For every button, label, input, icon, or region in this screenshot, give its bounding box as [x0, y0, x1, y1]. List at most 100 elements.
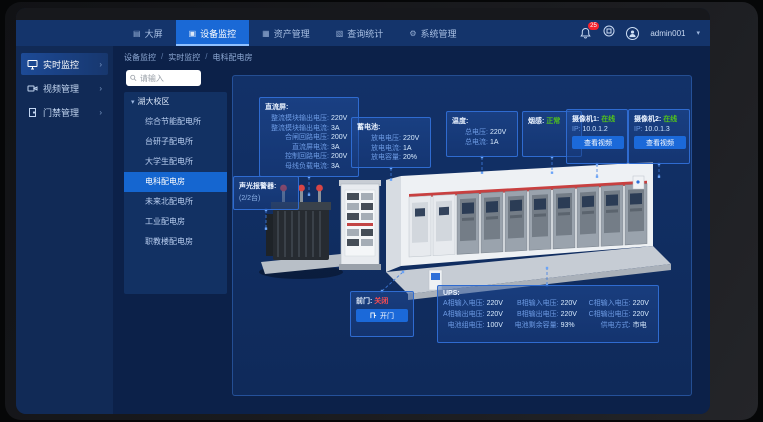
metric-label: 直流屏电流:	[265, 143, 329, 153]
metric-label: 供电方式:	[589, 321, 631, 330]
room-visualization-panel: 直流屏: 整流模块输出电压:220V 整流模块输出电流:3A 合闸回路电压:20…	[232, 75, 692, 396]
tab-dashboard[interactable]: ▤ 大屏	[120, 20, 176, 46]
metric-value: 220V	[487, 310, 509, 319]
notification-badge: 25	[588, 22, 600, 30]
chevron-down-icon: ▾	[696, 29, 700, 37]
metric-value: 220V	[490, 128, 512, 138]
tab-label: 查询统计	[347, 27, 383, 40]
tree-item[interactable]: 大学生配电所	[124, 152, 227, 172]
metric-label: 烟感:	[528, 118, 544, 125]
app-window: ▤ 大屏 ▣ 设备监控 ▦ 资产管理 ▧ 查询统计 ⚙ 系统管理	[16, 8, 710, 414]
metric-label: 放电容量:	[357, 153, 401, 163]
callout-title: 摄像机1: 在线	[572, 114, 622, 124]
metric-label: 前门:	[356, 298, 372, 305]
tree-item[interactable]: 综合节能配电所	[124, 112, 227, 132]
sidebar-item-label: 门禁管理	[43, 106, 79, 119]
camera2-callout: 摄像机2: 在线 IP: 10.0.1.3 查看视频	[628, 109, 690, 164]
metric-value: 3A	[331, 124, 353, 134]
dc-panel-callout: 直流屏: 整流模块输出电压:220V 整流模块输出电流:3A 合闸回路电压:20…	[259, 97, 359, 177]
chevron-right-icon: ›	[99, 84, 102, 93]
callout-title: 蓄电池:	[357, 122, 425, 132]
status-badge: 在线	[663, 116, 677, 123]
tab-query-statistics[interactable]: ▧ 查询统计	[323, 20, 397, 46]
metric-label: C相输出电压:	[589, 310, 631, 319]
sidebar: 实时监控 › 视频管理 › 门禁管理 ›	[16, 46, 113, 414]
metric-value: 93%	[561, 321, 583, 330]
breadcrumb-item[interactable]: 设备监控	[124, 52, 156, 63]
username[interactable]: admin001	[650, 29, 685, 38]
metric-value: 市电	[633, 321, 655, 330]
sound-light-alarm-callout: 声光报警器: (2/2台)	[233, 176, 299, 210]
caret-down-icon: ▾	[131, 99, 135, 106]
door-callout: 前门: 关闭 开门	[350, 291, 414, 337]
callout-title: UPS:	[443, 290, 653, 297]
notification-bell-icon[interactable]: 25	[579, 27, 592, 40]
tab-label: 系统管理	[420, 27, 456, 40]
metric-value: 220V	[331, 114, 353, 124]
breadcrumb-separator: /	[161, 52, 163, 63]
switchgear-room	[386, 162, 671, 300]
temperature-callout: 温度: 总电压:220V 总电流:1A	[446, 111, 518, 157]
tab-label: 设备监控	[200, 27, 236, 40]
callout-title: 直流屏:	[265, 102, 353, 112]
breadcrumb-item[interactable]: 实时监控	[168, 52, 200, 63]
sidebar-item-video-management[interactable]: 视频管理 ›	[21, 77, 108, 99]
metric-value: 220V	[633, 310, 655, 319]
tree-search-input[interactable]	[140, 74, 197, 83]
callout-title: 摄像机2: 在线	[634, 114, 684, 124]
metric-value: 220V	[561, 310, 583, 319]
metric-label: 整流模块输出电压:	[265, 114, 329, 124]
sidebar-item-realtime-monitoring[interactable]: 实时监控 ›	[21, 53, 108, 75]
metric-label: B相输出电压:	[515, 310, 559, 319]
metric-value: 220V	[487, 299, 509, 308]
window-bezel	[16, 8, 710, 20]
metric-value: 220V	[403, 134, 425, 144]
fullscreen-icon[interactable]	[603, 24, 615, 42]
breadcrumb-separator: /	[205, 52, 207, 63]
view-video-button[interactable]: 查看视频	[634, 136, 686, 149]
tree-item[interactable]: 未来北配电所	[124, 192, 227, 212]
breadcrumb: 设备监控 / 实时监控 / 电科配电房	[124, 52, 252, 63]
metric-value: 20%	[403, 153, 425, 163]
tree-item[interactable]: 职教楼配电房	[124, 232, 227, 252]
open-door-button[interactable]: 开门	[356, 309, 408, 322]
metric-value: 100V	[487, 321, 509, 330]
tab-label: 大屏	[145, 27, 163, 40]
breadcrumb-item[interactable]: 电科配电房	[212, 52, 252, 63]
metric-label: 放电电压:	[357, 134, 401, 144]
metric-label: 控制回路电压:	[265, 152, 329, 162]
metric-label: 放电电流:	[357, 144, 401, 154]
status-badge: 在线	[601, 116, 615, 123]
metric-label: B相输入电压:	[515, 299, 559, 308]
content-area: 设备监控 / 实时监控 / 电科配电房 ▾湖大校区 综合节能配电所 台研子配电所…	[113, 46, 710, 414]
tab-device-monitoring[interactable]: ▣ 设备监控	[176, 20, 250, 46]
tree-search	[126, 70, 201, 86]
tab-asset-management[interactable]: ▦ 资产管理	[249, 20, 323, 46]
battery-cabinet	[339, 180, 381, 270]
gear-icon: ⚙	[409, 29, 416, 38]
metric-value: 3A	[331, 143, 353, 153]
top-navigation: ▤ 大屏 ▣ 设备监控 ▦ 资产管理 ▧ 查询统计 ⚙ 系统管理	[16, 20, 710, 46]
ups-metrics-grid: A相输入电压:220V B相输入电压:220V C相输入电压:220V A相输出…	[443, 299, 653, 330]
metric-label: 合闸回路电压:	[265, 133, 329, 143]
view-video-button[interactable]: 查看视频	[572, 136, 624, 149]
tree-item-selected[interactable]: 电科配电房	[124, 172, 227, 192]
metric-label: A相输入电压:	[443, 299, 485, 308]
tree-root-node[interactable]: ▾湖大校区	[124, 92, 227, 112]
tab-label: 资产管理	[274, 27, 310, 40]
chart-icon: ▧	[336, 29, 344, 38]
camera-ip: IP: 10.0.1.3	[634, 126, 684, 133]
tab-system-management[interactable]: ⚙ 系统管理	[396, 20, 469, 46]
camera1-callout: 摄像机1: 在线 IP: 10.0.1.2 查看视频	[566, 109, 628, 164]
avatar[interactable]	[626, 27, 639, 40]
sidebar-item-access-control[interactable]: 门禁管理 ›	[21, 101, 108, 123]
topbar-actions: 25 admin001 ▾	[579, 20, 700, 46]
station-tree: ▾湖大校区 综合节能配电所 台研子配电所 大学生配电所 电科配电房 未来北配电所…	[124, 92, 227, 294]
metric-label: 电池组电压:	[443, 321, 485, 330]
tree-item[interactable]: 台研子配电所	[124, 132, 227, 152]
metric-value: 200V	[331, 152, 353, 162]
metric-value: 200V	[331, 133, 353, 143]
tree-root-label: 湖大校区	[138, 97, 170, 106]
metric-label: C相输入电压:	[589, 299, 631, 308]
tree-item[interactable]: 工业配电房	[124, 212, 227, 232]
